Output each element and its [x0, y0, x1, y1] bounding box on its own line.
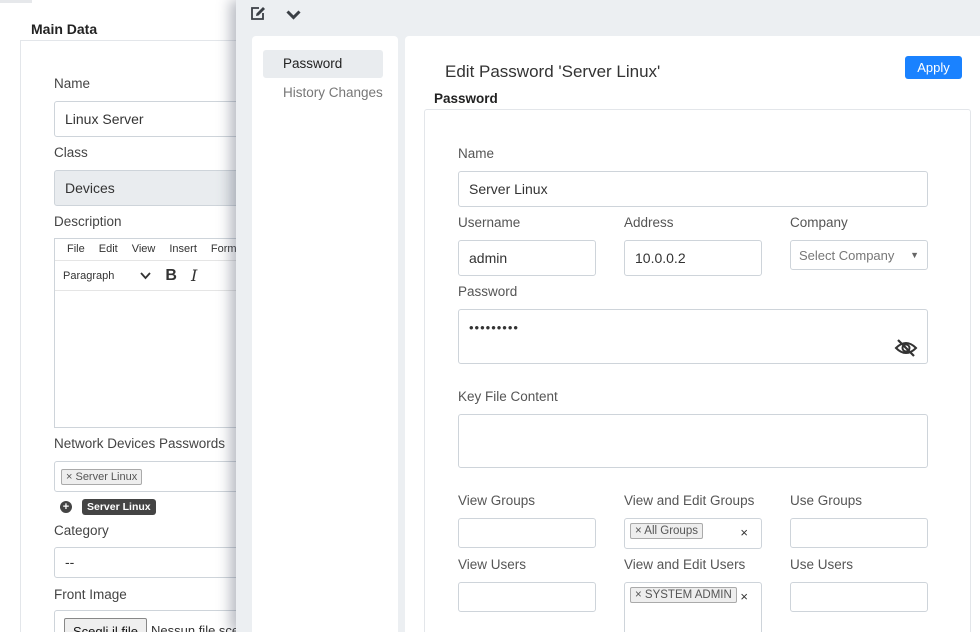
system-admin-tag[interactable]: × SYSTEM ADMIN — [630, 587, 737, 603]
clear-icon[interactable]: × — [740, 589, 748, 604]
name-input[interactable] — [458, 171, 928, 207]
name-label: Name — [458, 146, 495, 161]
password-input[interactable]: ••••••••• — [458, 309, 928, 364]
network-device-tag[interactable]: × Server Linux — [61, 469, 143, 485]
eye-slash-icon[interactable] — [894, 338, 918, 363]
bold-button[interactable]: B — [165, 267, 177, 285]
block-format-select[interactable]: Paragraph — [63, 270, 114, 282]
password-form: Name Username Address Company Select Com… — [424, 109, 971, 632]
use-groups-label: Use Groups — [790, 493, 863, 508]
company-select-placeholder: Select Company — [799, 247, 895, 263]
company-label: Company — [790, 215, 848, 230]
name-label: Name — [54, 76, 91, 91]
view-groups-select[interactable] — [458, 518, 596, 548]
nav-password[interactable]: Password — [263, 50, 383, 78]
password-section-title: Password — [434, 91, 498, 106]
use-groups-select[interactable] — [790, 518, 928, 548]
company-select[interactable]: Select Company ▼ — [790, 240, 928, 270]
caret-down-icon: ▼ — [910, 250, 919, 260]
key-file-textarea[interactable] — [458, 414, 928, 468]
panel-sidenav: Password History Changes — [252, 36, 398, 632]
editor-menu-edit[interactable]: Edit — [99, 243, 118, 256]
key-file-label: Key File Content — [458, 389, 558, 404]
apply-button[interactable]: Apply — [905, 56, 962, 79]
class-label: Class — [54, 145, 88, 160]
username-label: Username — [458, 215, 521, 230]
editor-menu-insert[interactable]: Insert — [169, 243, 197, 256]
password-value: ••••••••• — [469, 320, 519, 335]
nav-history-changes[interactable]: History Changes — [263, 79, 383, 107]
panel-toolbar — [236, 0, 980, 32]
view-edit-groups-label: View and Edit Groups — [624, 493, 755, 508]
edit-password-panel: Password History Changes Edit Password '… — [236, 0, 980, 632]
view-edit-users-label: View and Edit Users — [624, 557, 746, 572]
view-users-select[interactable] — [458, 582, 596, 612]
description-label: Description — [54, 214, 122, 229]
editor-menu-view[interactable]: View — [132, 243, 156, 256]
password-label: Password — [458, 284, 518, 299]
view-edit-users-select[interactable]: × SYSTEM ADMIN × — [624, 582, 762, 632]
panel-content: Edit Password 'Server Linux' Apply Passw… — [405, 36, 980, 632]
front-image-label: Front Image — [54, 587, 127, 602]
chevron-down-icon[interactable] — [286, 7, 301, 25]
use-users-select[interactable] — [790, 582, 928, 612]
address-label: Address — [624, 215, 674, 230]
view-groups-label: View Groups — [458, 493, 536, 508]
add-network-device-row: + Server Linux — [60, 499, 156, 515]
use-users-label: Use Users — [790, 557, 854, 572]
file-status-text: Nessun file sce — [151, 623, 240, 632]
category-label: Category — [54, 523, 109, 538]
page-title: Edit Password 'Server Linux' — [445, 62, 661, 81]
network-devices-label: Network Devices Passwords — [54, 436, 226, 451]
address-input[interactable] — [624, 240, 762, 276]
view-users-label: View Users — [458, 557, 527, 572]
username-input[interactable] — [458, 240, 596, 276]
clear-icon[interactable]: × — [740, 525, 748, 540]
view-edit-groups-select[interactable]: × All Groups × — [624, 518, 762, 549]
editor-menu-file[interactable]: File — [67, 243, 85, 256]
network-device-badge[interactable]: Server Linux — [82, 499, 156, 515]
edit-icon[interactable] — [250, 6, 266, 26]
italic-button[interactable]: I — [191, 266, 197, 285]
chevron-down-icon[interactable] — [140, 269, 152, 283]
main-data-title: Main Data — [31, 21, 98, 37]
choose-file-button[interactable]: Scegli il file — [64, 618, 148, 632]
top-strip — [0, 0, 32, 3]
plus-circle-icon[interactable]: + — [60, 501, 72, 513]
all-groups-tag[interactable]: × All Groups — [630, 523, 703, 539]
